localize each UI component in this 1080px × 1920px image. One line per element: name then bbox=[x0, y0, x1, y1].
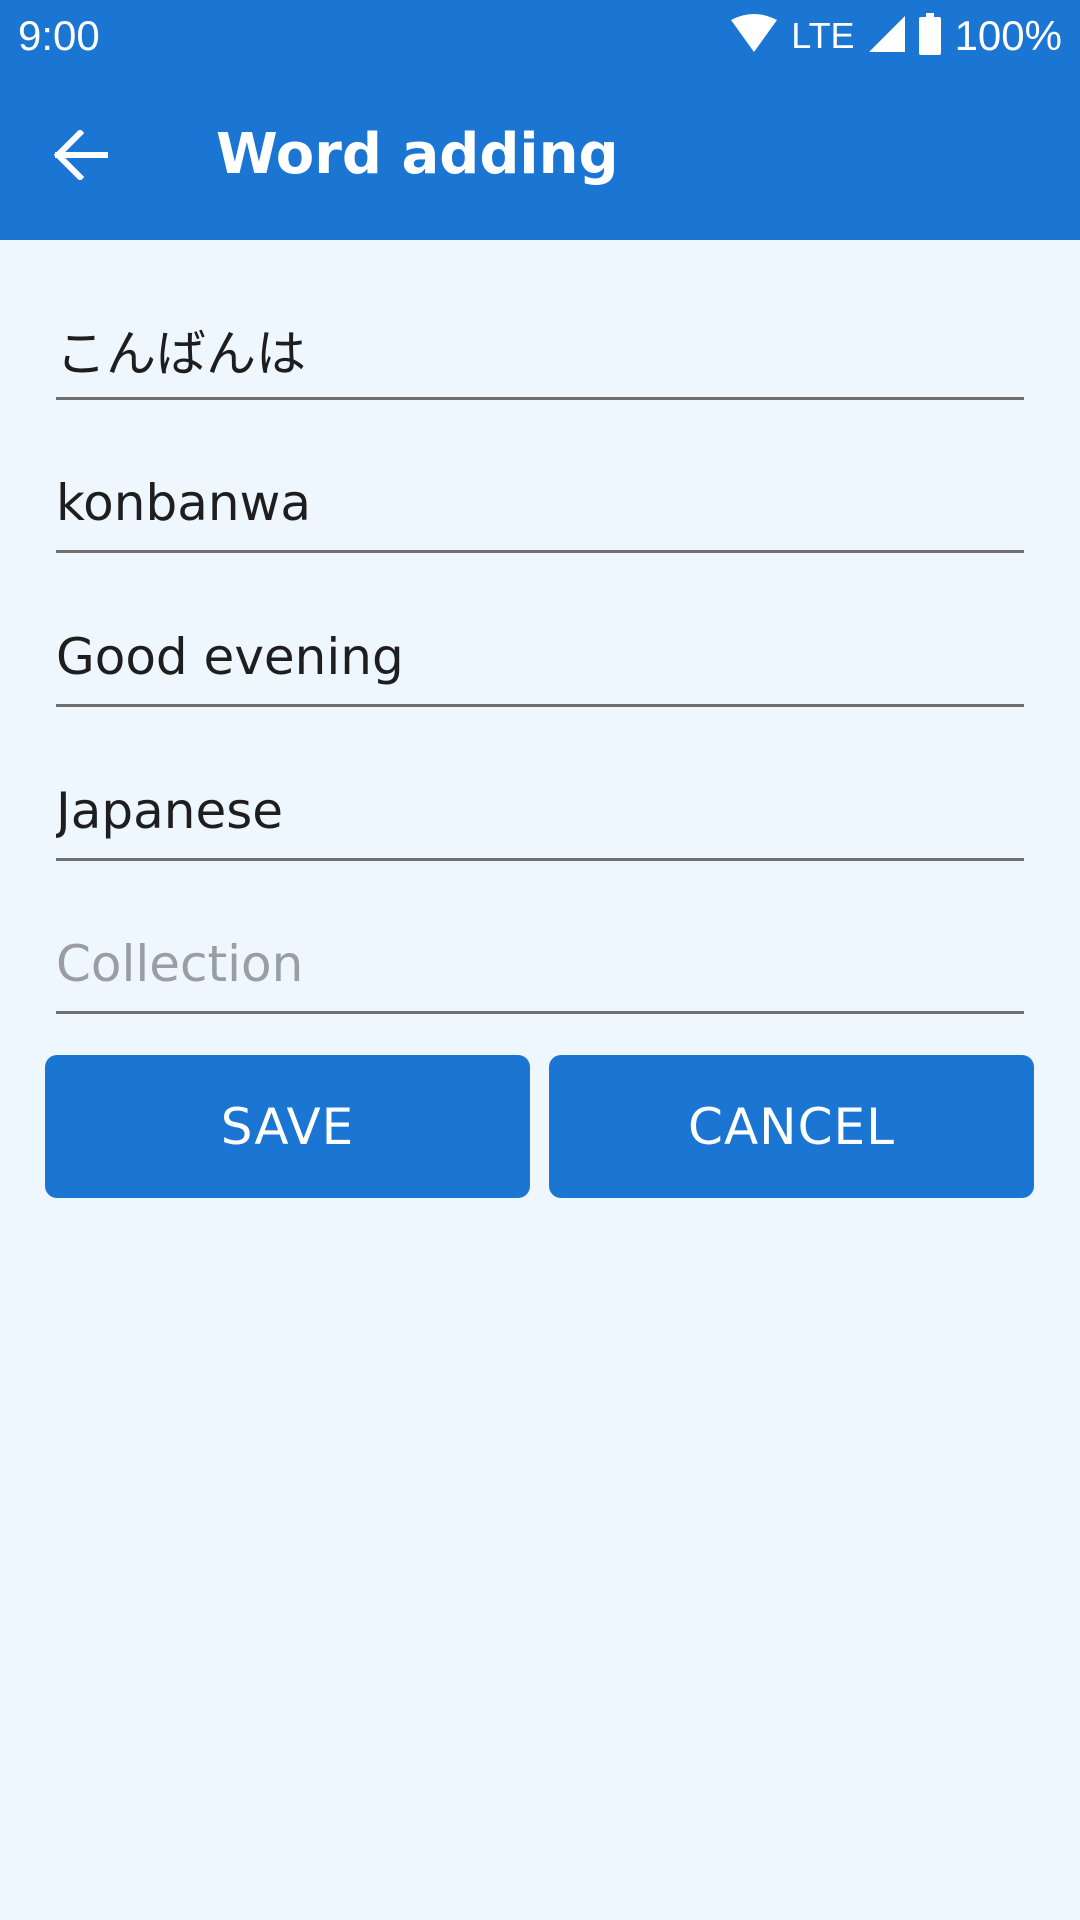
status-bar: 9:00 LTE 100% bbox=[0, 0, 1080, 72]
word-input[interactable] bbox=[56, 315, 1024, 385]
translation-input[interactable] bbox=[56, 622, 1024, 692]
wifi-icon bbox=[731, 14, 778, 58]
network-type-label: LTE bbox=[791, 15, 855, 56]
cell-signal-icon bbox=[868, 16, 905, 56]
cancel-button[interactable]: CANCEL bbox=[549, 1055, 1034, 1198]
battery-percent: 100% bbox=[954, 12, 1062, 59]
collection-input[interactable] bbox=[56, 929, 1024, 999]
transcription-field[interactable] bbox=[56, 440, 1024, 553]
back-button[interactable] bbox=[36, 112, 126, 202]
save-button[interactable]: SAVE bbox=[45, 1055, 530, 1198]
arrow-back-icon bbox=[53, 128, 109, 184]
language-field[interactable] bbox=[56, 748, 1024, 861]
language-input[interactable] bbox=[56, 776, 1024, 846]
page-title: Word adding bbox=[216, 122, 619, 187]
collection-field[interactable] bbox=[56, 901, 1024, 1014]
battery-icon bbox=[918, 13, 941, 59]
status-time: 9:00 bbox=[18, 12, 100, 59]
transcription-input[interactable] bbox=[56, 468, 1024, 538]
word-field[interactable] bbox=[56, 287, 1024, 400]
translation-field[interactable] bbox=[56, 594, 1024, 707]
app-bar: Word adding bbox=[0, 72, 1080, 240]
status-icons: LTE 100% bbox=[731, 8, 1062, 64]
